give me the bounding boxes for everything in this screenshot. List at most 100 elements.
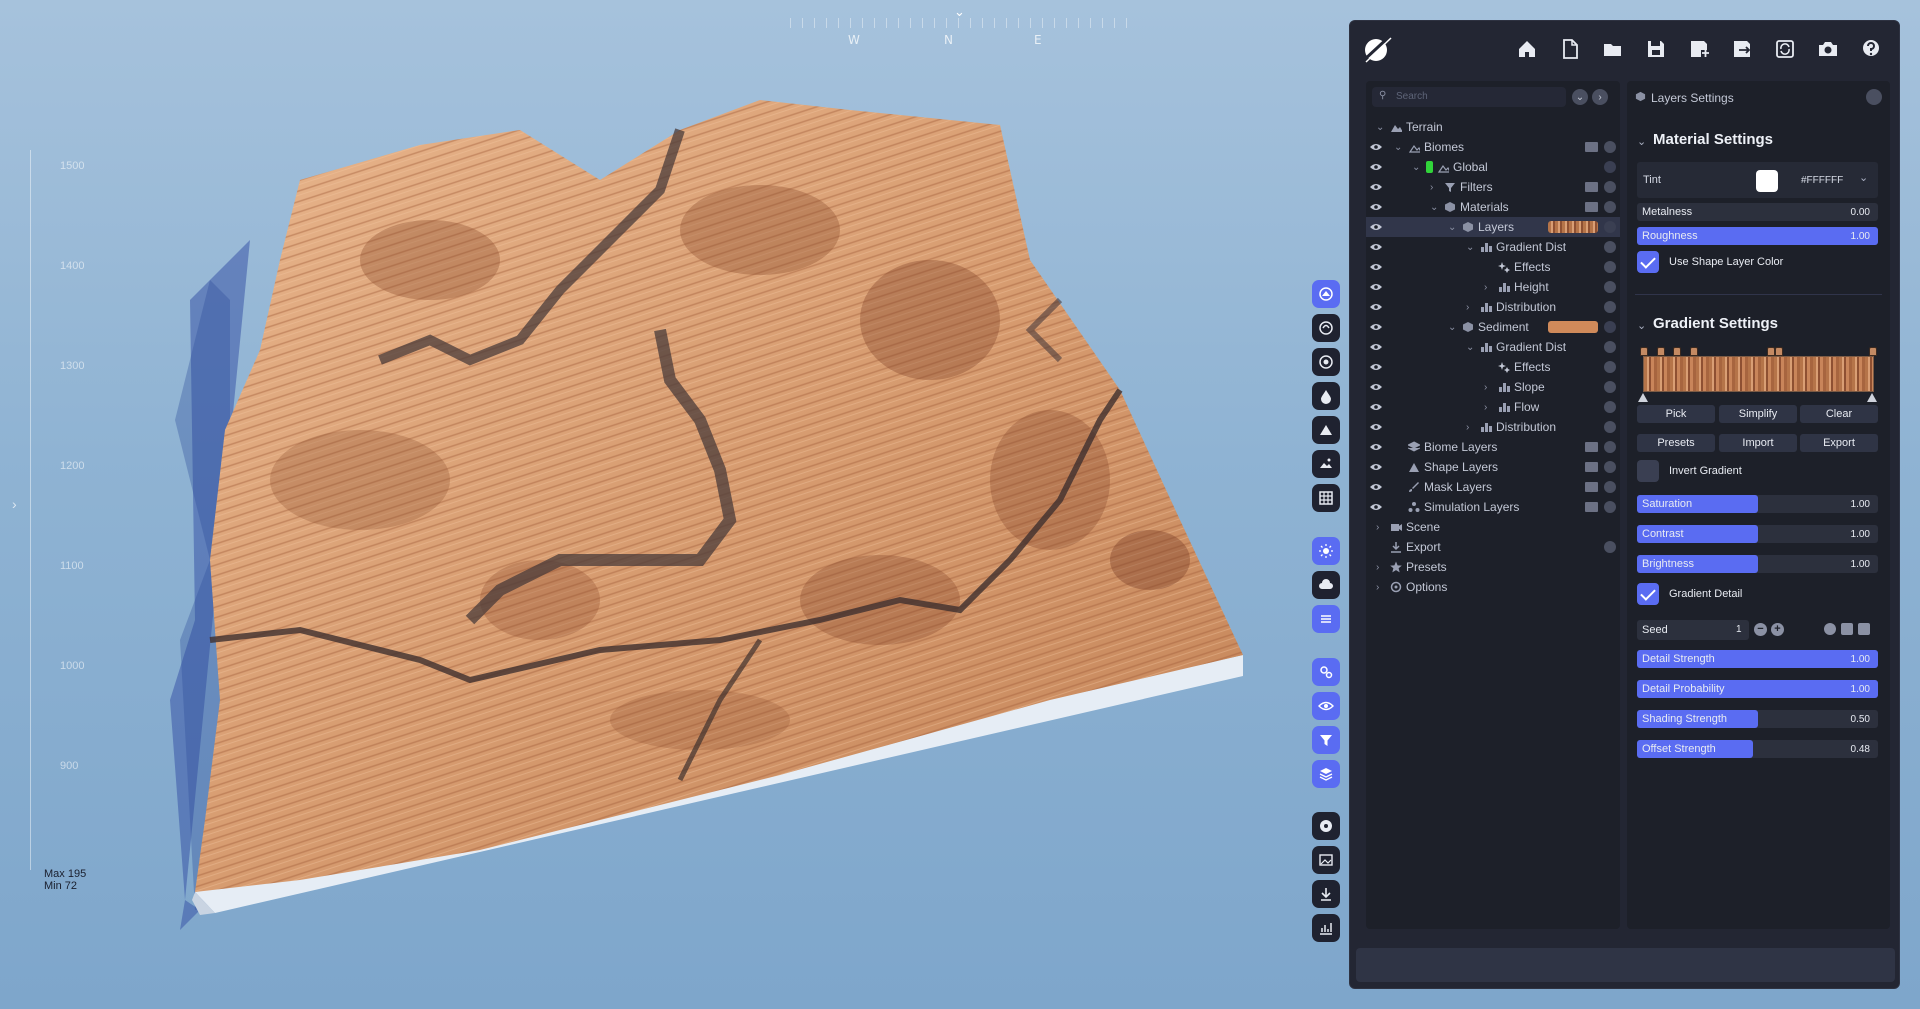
detail-strength-slider[interactable]: Detail Strength 1.00 — [1637, 650, 1878, 668]
add-icon[interactable] — [1604, 341, 1616, 353]
screenshot-button[interactable] — [1810, 31, 1846, 67]
tree-row[interactable]: › Options — [1366, 577, 1620, 597]
gradient-detail-checkbox[interactable] — [1637, 583, 1659, 605]
visibility-eye-icon[interactable] — [1369, 182, 1383, 192]
tree-row[interactable]: Export — [1366, 537, 1620, 557]
saturation-slider[interactable]: Saturation 1.00 — [1637, 495, 1878, 513]
rail-record-button[interactable] — [1312, 812, 1340, 840]
gradient-stop[interactable] — [1775, 347, 1783, 356]
chevron-right-icon[interactable]: › — [1376, 582, 1379, 593]
chevron-down-icon[interactable]: ⌄ — [1412, 162, 1420, 173]
folder-icon[interactable] — [1585, 182, 1598, 192]
import-button[interactable]: Import — [1719, 434, 1797, 452]
visibility-eye-icon[interactable] — [1369, 342, 1383, 352]
pick-button[interactable]: Pick — [1637, 405, 1715, 423]
seed-decrement-button[interactable]: − — [1754, 623, 1767, 636]
export-button[interactable] — [1724, 31, 1760, 67]
sediment-color-swatch[interactable] — [1548, 321, 1598, 333]
chevron-down-icon[interactable]: ⌄ — [1448, 222, 1456, 233]
seed-save-icon[interactable] — [1841, 623, 1853, 635]
tree-row[interactable]: › Flow — [1366, 397, 1620, 417]
rail-water-button[interactable] — [1312, 382, 1340, 410]
visibility-eye-icon[interactable] — [1369, 402, 1383, 412]
visibility-eye-icon[interactable] — [1369, 322, 1383, 332]
chevron-down-icon[interactable]: ⌄ — [1376, 122, 1384, 133]
visibility-eye-icon[interactable] — [1369, 502, 1383, 512]
seed-input[interactable]: Seed 1 — [1637, 620, 1749, 640]
folder-icon[interactable] — [1585, 462, 1598, 472]
tree-row[interactable]: › Height — [1366, 277, 1620, 297]
expand-left-icon[interactable]: › — [12, 496, 17, 512]
tree-row[interactable]: Biome Layers — [1366, 437, 1620, 457]
tree-row[interactable]: ⌄ Terrain — [1366, 117, 1620, 137]
tree-row[interactable]: Effects — [1366, 357, 1620, 377]
use-shape-color-checkbox[interactable] — [1637, 251, 1659, 273]
layers-stack-icon[interactable] — [1604, 161, 1616, 173]
visibility-eye-icon[interactable] — [1369, 442, 1383, 452]
visibility-eye-icon[interactable] — [1369, 262, 1383, 272]
visibility-eye-icon[interactable] — [1369, 142, 1383, 152]
visibility-eye-icon[interactable] — [1369, 202, 1383, 212]
add-icon[interactable] — [1604, 421, 1616, 433]
visibility-eye-icon[interactable] — [1369, 382, 1383, 392]
chevron-right-icon[interactable]: › — [1484, 382, 1487, 393]
offset-strength-slider[interactable]: Offset Strength 0.48 — [1637, 740, 1878, 758]
rail-settings-button[interactable] — [1312, 658, 1340, 686]
presets-button[interactable]: Presets — [1637, 434, 1715, 452]
rail-image-button[interactable] — [1312, 846, 1340, 874]
add-icon[interactable] — [1604, 501, 1616, 513]
rail-biome-button[interactable] — [1312, 314, 1340, 342]
add-icon[interactable] — [1604, 241, 1616, 253]
seed-list-icon[interactable] — [1858, 623, 1870, 635]
add-icon[interactable] — [1604, 541, 1616, 553]
chevron-right-icon[interactable]: › — [1376, 522, 1379, 533]
folder-icon[interactable] — [1585, 442, 1598, 452]
add-icon[interactable] — [1604, 461, 1616, 473]
visibility-eye-icon[interactable] — [1369, 222, 1383, 232]
tree-row[interactable]: ⌄ Layers — [1366, 217, 1620, 237]
gradient-stop[interactable] — [1869, 347, 1877, 356]
visibility-eye-icon[interactable] — [1369, 162, 1383, 172]
collapse-all-button[interactable]: ⌄ — [1572, 89, 1588, 105]
gradient-collapse-icon[interactable]: ⌄ — [1637, 319, 1646, 332]
tree-row[interactable]: ⌄ Sediment — [1366, 317, 1620, 337]
visibility-eye-icon[interactable] — [1369, 462, 1383, 472]
visibility-eye-icon[interactable] — [1369, 282, 1383, 292]
save-button[interactable] — [1638, 31, 1674, 67]
detail-probability-slider[interactable]: Detail Probability 1.00 — [1637, 680, 1878, 698]
add-icon[interactable] — [1604, 141, 1616, 153]
folder-icon[interactable] — [1585, 142, 1598, 152]
tree-row[interactable]: › Presets — [1366, 557, 1620, 577]
chevron-right-icon[interactable]: › — [1484, 282, 1487, 293]
seed-randomize-icon[interactable] — [1824, 623, 1836, 635]
seed-increment-button[interactable]: + — [1771, 623, 1784, 636]
contrast-slider[interactable]: Contrast 1.00 — [1637, 525, 1878, 543]
rail-filter-button[interactable] — [1312, 726, 1340, 754]
clear-button[interactable]: Clear — [1800, 405, 1878, 423]
expand-all-button[interactable]: › — [1592, 89, 1608, 105]
tree-row[interactable]: Mask Layers — [1366, 477, 1620, 497]
tree-row[interactable]: › Distribution — [1366, 297, 1620, 317]
chevron-down-icon[interactable]: ⌄ — [1466, 242, 1474, 253]
chevron-down-icon[interactable]: ⌄ — [1394, 142, 1402, 153]
sync-icon[interactable] — [1604, 321, 1616, 333]
rail-download-button[interactable] — [1312, 880, 1340, 908]
folder-icon[interactable] — [1585, 482, 1598, 492]
add-icon[interactable] — [1604, 361, 1616, 373]
tree-row[interactable]: ⌄ Materials — [1366, 197, 1620, 217]
layer-gradient-swatch[interactable] — [1548, 221, 1598, 233]
rail-cloud-button[interactable] — [1312, 571, 1340, 599]
rail-landscape-button[interactable] — [1312, 450, 1340, 478]
open-folder-button[interactable] — [1595, 31, 1631, 67]
tree-row[interactable]: Simulation Layers — [1366, 497, 1620, 517]
add-icon[interactable] — [1604, 401, 1616, 413]
search-input[interactable]: ⚲ Search — [1372, 87, 1566, 107]
visibility-eye-icon[interactable] — [1369, 302, 1383, 312]
refresh-button[interactable] — [1767, 31, 1803, 67]
rail-mountain-button[interactable] — [1312, 416, 1340, 444]
add-icon[interactable] — [1604, 301, 1616, 313]
tree-row[interactable]: › Scene — [1366, 517, 1620, 537]
visibility-eye-icon[interactable] — [1369, 242, 1383, 252]
metalness-slider[interactable]: Metalness 0.00 — [1637, 203, 1878, 221]
rail-layers-lines-button[interactable] — [1312, 605, 1340, 633]
